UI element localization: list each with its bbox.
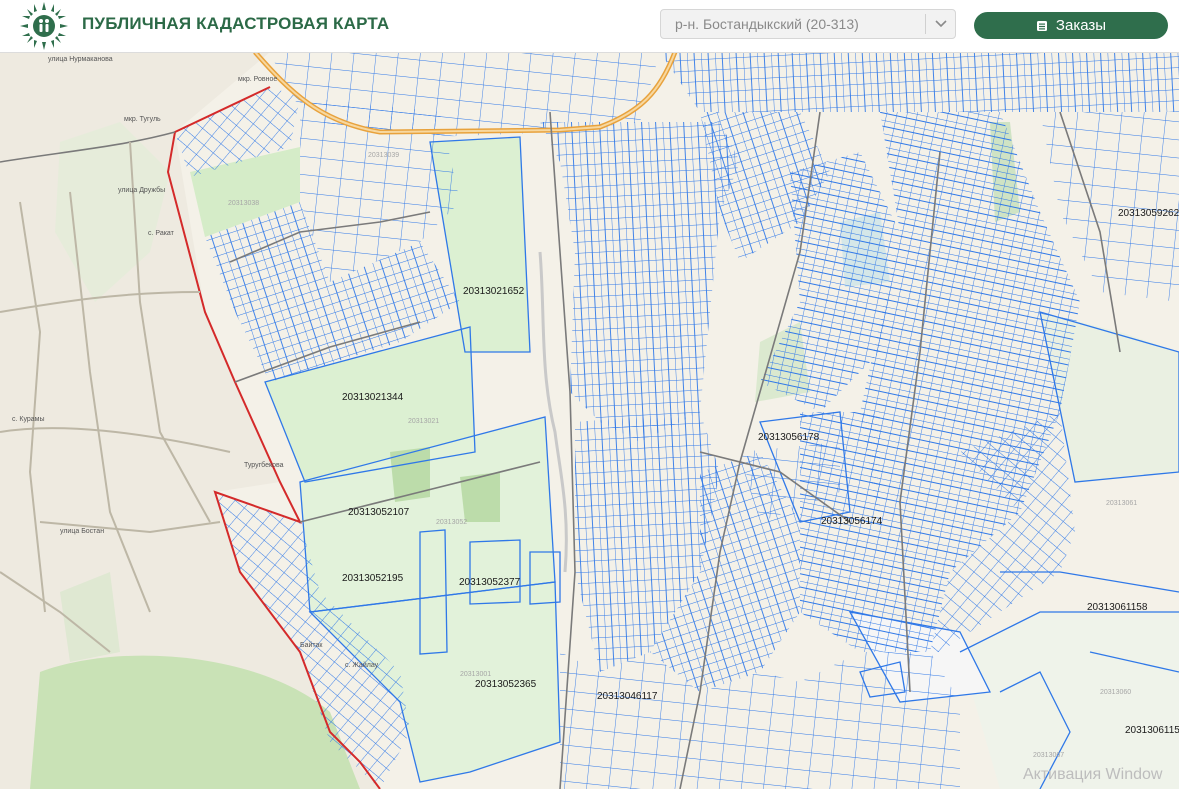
parcel-label[interactable]: 20313021652 bbox=[463, 286, 524, 297]
street-label: улица Нурмаканова bbox=[48, 56, 113, 63]
street-label: Туругбекова bbox=[244, 462, 284, 469]
header-bar: ПУБЛИЧНАЯ КАДАСТРОВАЯ КАРТА р-н. Бостанд… bbox=[0, 0, 1179, 53]
orders-button-label: Заказы bbox=[1055, 17, 1107, 34]
select-divider bbox=[925, 14, 926, 34]
district-select-value: р-н. Бостандыкский (20-313) bbox=[675, 16, 859, 32]
parcel-label[interactable]: 20313052195 bbox=[342, 573, 403, 584]
block-label: 20313061 bbox=[1106, 500, 1138, 507]
parcel-label[interactable]: 20313059262 bbox=[1118, 208, 1179, 219]
parcel-label[interactable]: 20313056174 bbox=[821, 516, 882, 527]
street-label: с. Ракат bbox=[148, 230, 174, 237]
map-layers bbox=[0, 52, 1179, 789]
parcel-label[interactable]: 20313056178 bbox=[758, 432, 819, 443]
block-label: 20313067 bbox=[1033, 752, 1065, 759]
block-label: 20313001 bbox=[460, 671, 492, 678]
street-label: с. Жайлау bbox=[345, 662, 379, 669]
block-label: 20313052 bbox=[436, 519, 468, 526]
street-label: Байтак bbox=[300, 642, 323, 649]
orders-button[interactable]: Заказы bbox=[974, 12, 1168, 39]
logo-icon bbox=[20, 2, 68, 50]
parcel-label[interactable]: 20313052377 bbox=[459, 577, 520, 588]
parcel-label[interactable]: 2031306115 bbox=[1125, 725, 1179, 736]
map-canvas[interactable]: 20313021652 20313021344 20313052107 2031… bbox=[0, 52, 1179, 789]
block-label: 20313021 bbox=[408, 418, 440, 425]
street-label: мкр. Ровное bbox=[238, 76, 278, 83]
list-icon bbox=[1036, 20, 1047, 31]
street-label: с. Курамы bbox=[12, 416, 45, 423]
district-select[interactable]: р-н. Бостандыкский (20-313) bbox=[660, 9, 956, 39]
parcel-label[interactable]: 20313052107 bbox=[348, 507, 409, 518]
block-label: 20313038 bbox=[228, 200, 260, 207]
parcel-label[interactable]: 20313061158 bbox=[1087, 602, 1147, 613]
block-label: 20313060 bbox=[1100, 689, 1132, 696]
parcel-label[interactable]: 20313021344 bbox=[342, 392, 403, 403]
block-label: 20313039 bbox=[368, 152, 400, 159]
parcel-label[interactable]: 20313052365 bbox=[475, 679, 536, 690]
parcel-label[interactable]: 20313046117 bbox=[597, 691, 657, 702]
street-label: улица Дружбы bbox=[118, 187, 166, 194]
street-label: улица Бостан bbox=[60, 528, 105, 535]
chevron-down-icon[interactable] bbox=[933, 17, 949, 31]
page-title: ПУБЛИЧНАЯ КАДАСТРОВАЯ КАРТА bbox=[82, 14, 390, 33]
street-label: мкр. Тугуль bbox=[124, 116, 161, 123]
activation-watermark: Активация Window bbox=[1023, 766, 1163, 783]
